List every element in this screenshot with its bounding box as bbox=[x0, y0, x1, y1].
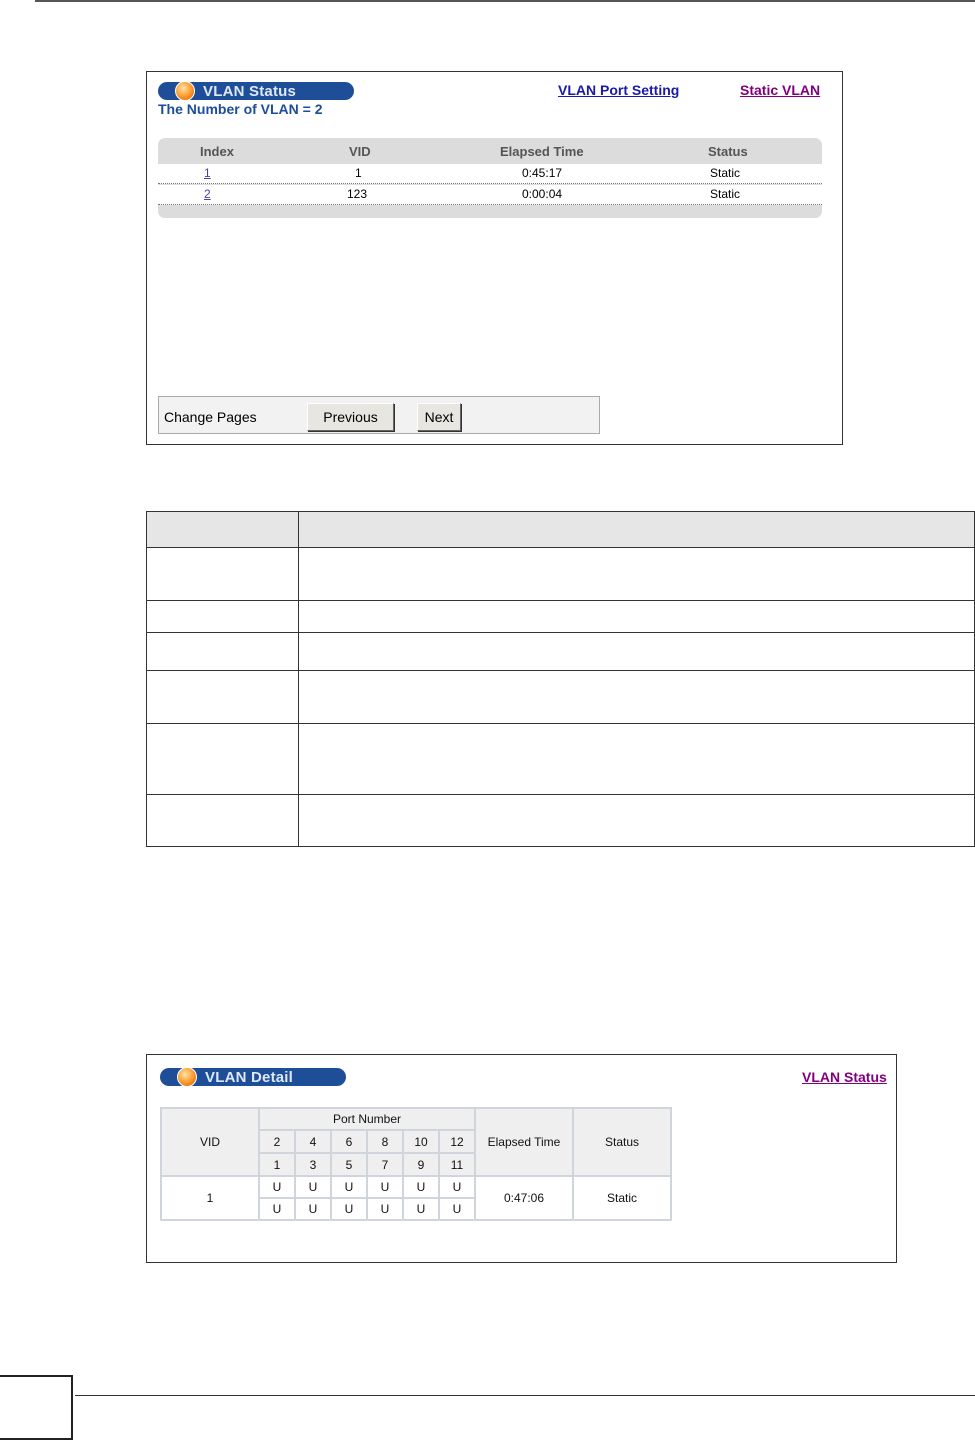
col-header-status: Status bbox=[708, 144, 748, 159]
port-number-cell: 9 bbox=[402, 1152, 440, 1177]
table-row bbox=[146, 547, 975, 601]
table-row bbox=[146, 723, 975, 795]
elapsed-time-header: Elapsed Time bbox=[474, 1107, 574, 1177]
table-row: 1 1 0:45:17 Static bbox=[158, 164, 822, 184]
panel-title: VLAN Status bbox=[203, 82, 297, 100]
index-link[interactable]: 2 bbox=[204, 187, 211, 201]
top-rule bbox=[35, 0, 975, 2]
label-cell bbox=[146, 632, 299, 671]
port-state-cell: U bbox=[366, 1175, 404, 1199]
port-number-cell: 8 bbox=[366, 1129, 404, 1154]
orb-icon bbox=[175, 80, 195, 101]
footer-rule bbox=[75, 1395, 975, 1396]
table-row bbox=[146, 670, 975, 724]
elapsed-cell: 0:47:06 bbox=[474, 1175, 574, 1221]
vlan-detail-table: VID Port Number Elapsed Time Status 2 4 … bbox=[160, 1107, 672, 1221]
description-cell bbox=[298, 632, 975, 671]
port-number-cell: 2 bbox=[258, 1129, 296, 1154]
port-state-cell: U bbox=[258, 1197, 296, 1221]
description-cell bbox=[298, 600, 975, 633]
next-button[interactable]: Next bbox=[417, 403, 461, 431]
vlan-status-link[interactable]: VLAN Status bbox=[802, 1069, 887, 1085]
port-state-cell: U bbox=[330, 1197, 368, 1221]
orb-icon bbox=[177, 1066, 197, 1087]
status-header: Status bbox=[572, 1107, 672, 1177]
table-row bbox=[146, 600, 975, 633]
status-cell: Static bbox=[710, 166, 741, 180]
col-header-vid: VID bbox=[349, 144, 371, 159]
table-header-row bbox=[146, 511, 975, 548]
label-cell bbox=[146, 600, 299, 633]
port-state-cell: U bbox=[402, 1175, 440, 1199]
page-number-box bbox=[0, 1375, 73, 1440]
label-cell bbox=[146, 794, 299, 847]
col-header-index: Index bbox=[200, 144, 234, 159]
index-link[interactable]: 1 bbox=[204, 166, 211, 180]
change-pages-label: Change Pages bbox=[164, 409, 257, 425]
label-cell bbox=[146, 547, 299, 601]
table-row bbox=[146, 632, 975, 671]
port-number-cell: 5 bbox=[330, 1152, 368, 1177]
vid-header: VID bbox=[160, 1107, 260, 1177]
change-pages-bar: Change Pages Previous Next bbox=[158, 396, 600, 434]
port-number-cell: 3 bbox=[294, 1152, 332, 1177]
description-cell bbox=[298, 794, 975, 847]
vid-cell: 1 bbox=[160, 1175, 260, 1221]
table-row: 2 123 0:00:04 Static bbox=[158, 185, 822, 205]
port-state-cell: U bbox=[294, 1175, 332, 1199]
col-header-elapsed: Elapsed Time bbox=[500, 144, 584, 159]
header-cell bbox=[146, 511, 299, 548]
header-cell bbox=[298, 511, 975, 548]
description-cell bbox=[298, 547, 975, 601]
panel-title-bar: VLAN Detail bbox=[160, 1066, 346, 1087]
port-number-cell: 10 bbox=[402, 1129, 440, 1154]
port-state-cell: U bbox=[294, 1197, 332, 1221]
port-state-cell: U bbox=[258, 1175, 296, 1199]
vlan-status-panel: VLAN Status The Number of VLAN = 2 VLAN … bbox=[146, 71, 843, 445]
panel-title: VLAN Detail bbox=[205, 1068, 294, 1086]
table-row: 1 U U U U U U 0:47:06 Static bbox=[160, 1175, 672, 1221]
port-number-cell: 1 bbox=[258, 1152, 296, 1177]
description-cell bbox=[298, 723, 975, 795]
port-number-cell: 12 bbox=[438, 1129, 476, 1154]
vlan-detail-panel: VLAN Detail VLAN Status VID Port Number … bbox=[146, 1054, 897, 1263]
vlan-port-setting-link[interactable]: VLAN Port Setting bbox=[558, 82, 679, 98]
description-cell bbox=[298, 670, 975, 724]
port-number-cell: 4 bbox=[294, 1129, 332, 1154]
panel-title-bar: VLAN Status bbox=[158, 80, 354, 101]
port-state-cell: U bbox=[438, 1197, 476, 1221]
port-state-cell: U bbox=[330, 1175, 368, 1199]
table-row bbox=[146, 794, 975, 847]
port-number-header: Port Number bbox=[258, 1107, 476, 1131]
port-state-cell: U bbox=[438, 1175, 476, 1199]
vlan-count: The Number of VLAN = 2 bbox=[158, 101, 323, 117]
elapsed-cell: 0:45:17 bbox=[522, 166, 563, 180]
label-cell bbox=[146, 670, 299, 724]
port-number-cell: 7 bbox=[366, 1152, 404, 1177]
description-table bbox=[146, 511, 975, 847]
vid-cell: 123 bbox=[347, 187, 368, 201]
vid-cell: 1 bbox=[355, 166, 362, 180]
port-state-cell: U bbox=[402, 1197, 440, 1221]
previous-button[interactable]: Previous bbox=[307, 403, 394, 431]
port-number-cell: 11 bbox=[438, 1152, 476, 1177]
port-state-cell: U bbox=[366, 1197, 404, 1221]
static-vlan-link[interactable]: Static VLAN bbox=[740, 82, 820, 98]
elapsed-cell: 0:00:04 bbox=[522, 187, 563, 201]
port-number-cell: 6 bbox=[330, 1129, 368, 1154]
label-cell bbox=[146, 723, 299, 795]
status-cell: Static bbox=[710, 187, 741, 201]
status-cell: Static bbox=[572, 1175, 672, 1221]
